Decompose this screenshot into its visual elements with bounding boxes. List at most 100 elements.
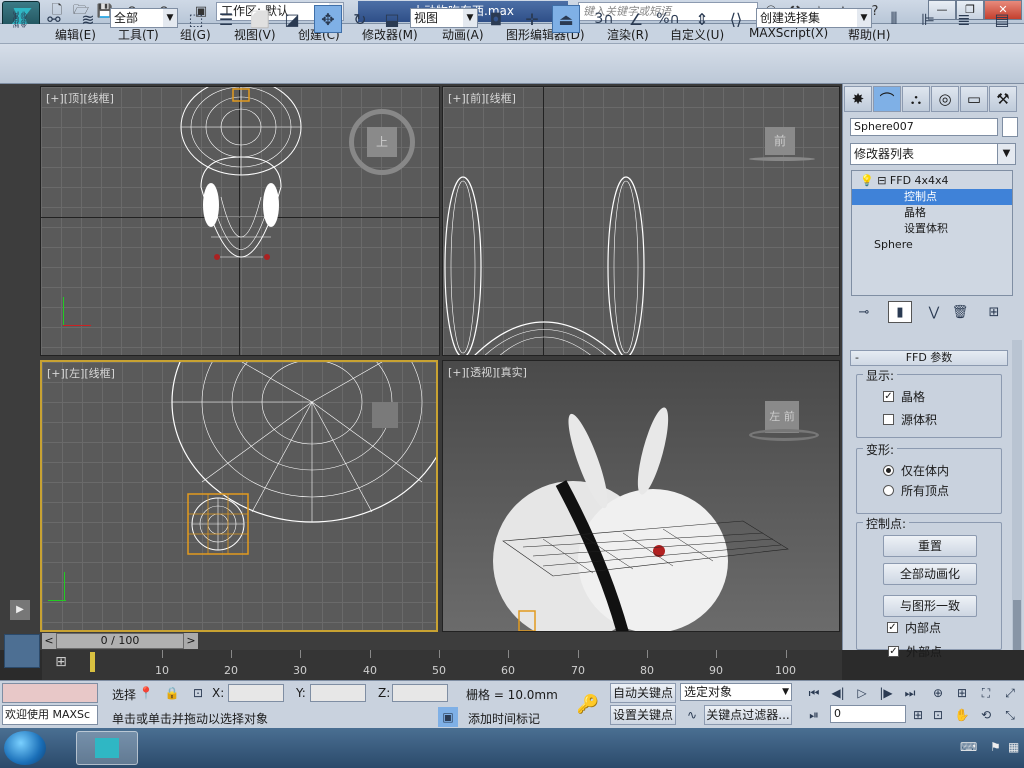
keyboard-shortcut-override-icon[interactable]: ⏏: [552, 5, 580, 33]
key-mode-icon[interactable]: ∿: [682, 705, 702, 725]
motion-tab-icon[interactable]: ◎: [931, 86, 959, 112]
select-manipulate-icon[interactable]: ✛: [518, 5, 546, 33]
key-mode-toggle-icon[interactable]: ⏯: [804, 705, 824, 725]
reference-coord-dropdown[interactable]: 视图 ▼: [410, 8, 478, 28]
go-to-end-icon[interactable]: ⏭: [900, 683, 920, 703]
y-coord-field[interactable]: [310, 684, 366, 702]
viewcube-ring[interactable]: [749, 157, 815, 161]
rollout-header[interactable]: - FFD 参数: [850, 350, 1008, 366]
viewport-top[interactable]: 上 [+][顶][线框]: [40, 86, 440, 356]
set-key-button[interactable]: 设置关键点: [610, 705, 676, 725]
unlink-icon[interactable]: ⚯: [40, 5, 68, 33]
viewcube[interactable]: [372, 402, 398, 428]
select-scale-icon[interactable]: ⬓: [378, 5, 406, 33]
viewport-label[interactable]: [+][左][线框]: [47, 365, 115, 381]
object-color-swatch[interactable]: [1002, 117, 1018, 137]
maximize-viewport-icon[interactable]: ⤡: [1000, 705, 1020, 725]
play-icon[interactable]: ▷: [852, 683, 872, 703]
set-key-icon[interactable]: 🔑: [570, 690, 606, 718]
scrollbar-thumb[interactable]: [1013, 600, 1021, 650]
go-to-start-icon[interactable]: ⏮: [804, 683, 824, 703]
taskbar-3dsmax-icon[interactable]: [76, 731, 138, 765]
prev-key-icon[interactable]: ◀|: [828, 683, 848, 703]
isolate-selection-icon[interactable]: 📍: [136, 683, 156, 703]
reset-button[interactable]: 重置: [883, 535, 977, 557]
pivot-center-icon[interactable]: ◘: [482, 5, 510, 33]
track-bar[interactable]: 10 20 30 40 50 60 70 80 90 100: [42, 650, 842, 680]
align-icon[interactable]: ⊫: [914, 5, 942, 33]
viewport-label[interactable]: [+][前][线框]: [448, 90, 516, 106]
display-tab-icon[interactable]: ▭: [960, 86, 988, 112]
modifier-list-dropdown[interactable]: 修改器列表 ▼: [850, 143, 1016, 165]
hierarchy-tab-icon[interactable]: ⛬: [902, 86, 930, 112]
outside-points-checkbox[interactable]: ✓: [888, 646, 899, 657]
window-crossing-icon[interactable]: ◪: [278, 5, 306, 33]
flag-tray-icon[interactable]: ⚑: [990, 740, 1001, 754]
time-config-icon[interactable]: ⊞: [908, 705, 928, 725]
animate-all-button[interactable]: 全部动画化: [883, 563, 977, 585]
create-tab-icon[interactable]: ✸: [844, 86, 872, 112]
all-vertices-radio[interactable]: [883, 485, 894, 496]
zoom-icon[interactable]: ⊕: [928, 683, 948, 703]
menu-maxscript[interactable]: MAXScript(X): [749, 26, 828, 40]
rect-selection-region-icon[interactable]: ⬜: [246, 5, 274, 33]
orbit-icon[interactable]: ⟲: [976, 705, 996, 725]
maxscript-listener-pink[interactable]: [2, 683, 98, 703]
remove-modifier-icon[interactable]: 🗑: [948, 301, 972, 323]
stack-item-lattice[interactable]: 晶格: [852, 205, 1012, 221]
viewport-layout-icon[interactable]: [4, 634, 40, 668]
stack-item-set-volume[interactable]: 设置体积: [852, 221, 1012, 237]
time-slider[interactable]: 0 / 100: [56, 633, 184, 649]
select-rotate-icon[interactable]: ↻: [346, 5, 374, 33]
viewcube[interactable]: 上: [367, 127, 397, 157]
add-time-tag-label[interactable]: 添加时间标记: [468, 710, 540, 727]
expand-ribbon-icon[interactable]: ▶: [10, 600, 30, 620]
spinner-snap-icon[interactable]: ⇕: [688, 5, 716, 33]
mini-curve-editor-icon[interactable]: ⊞: [46, 654, 76, 676]
next-key-icon[interactable]: |▶: [876, 683, 896, 703]
viewcube-ring[interactable]: [749, 429, 819, 441]
maxscript-listener-field[interactable]: 欢迎使用 MAXSc: [2, 705, 98, 725]
zoom-all-icon[interactable]: ⊞: [952, 683, 972, 703]
bind-space-warp-icon[interactable]: ≋: [74, 5, 102, 33]
select-move-icon[interactable]: ✥: [314, 5, 342, 33]
viewcube[interactable]: 前: [765, 127, 795, 155]
collapse-icon[interactable]: ⊟: [877, 174, 886, 187]
select-object-icon[interactable]: ⬚: [182, 5, 210, 33]
z-coord-field[interactable]: [392, 684, 448, 702]
zoom-region-icon[interactable]: ⊡: [928, 705, 948, 725]
menu-animation[interactable]: 动画(A): [442, 26, 484, 43]
selection-filter-dropdown[interactable]: 全部 ▼: [110, 8, 178, 28]
link-icon[interactable]: ⛓: [6, 5, 34, 33]
stack-item-ffd[interactable]: 💡 ⊟ FFD 4x4x4: [852, 173, 1012, 189]
menu-tools[interactable]: 工具(T): [118, 26, 159, 43]
network-tray-icon[interactable]: ▦: [1008, 740, 1019, 754]
show-end-result-icon[interactable]: ▮: [888, 301, 912, 323]
viewport-perspective[interactable]: 左 前 [+][透视][真实]: [442, 360, 840, 632]
time-tag-icon[interactable]: ▣: [438, 707, 458, 727]
angle-snap-icon[interactable]: ∠: [622, 5, 650, 33]
select-by-name-icon[interactable]: ☰: [212, 5, 240, 33]
stack-item-control-points[interactable]: 控制点: [852, 189, 1012, 205]
lattice-checkbox[interactable]: ✓: [883, 391, 894, 402]
next-frame-button[interactable]: >: [184, 633, 198, 649]
edit-named-selection-icon[interactable]: ⟨⟩: [722, 5, 750, 33]
viewport-label[interactable]: [+][顶][线框]: [46, 90, 114, 106]
snaps-toggle-icon[interactable]: 3 ∩: [590, 5, 618, 33]
key-filters-button[interactable]: 关键点过滤器...: [704, 705, 792, 725]
time-slider-marker[interactable]: [90, 652, 95, 672]
make-unique-icon[interactable]: ⋁: [922, 301, 946, 323]
mirror-icon[interactable]: ⫴: [880, 5, 908, 33]
viewport-front[interactable]: 前 [+][前][线框]: [442, 86, 840, 356]
pin-stack-icon[interactable]: ⊸: [852, 301, 876, 323]
inside-points-checkbox[interactable]: ✓: [887, 622, 898, 633]
inside-volume-radio[interactable]: [883, 465, 894, 476]
transform-mode-icon[interactable]: ⊡: [188, 683, 208, 703]
current-frame-field[interactable]: 0: [830, 705, 906, 723]
graphite-toolbox-icon[interactable]: ▤: [988, 5, 1016, 33]
source-volume-checkbox[interactable]: [883, 414, 894, 425]
x-coord-field[interactable]: [228, 684, 284, 702]
zoom-extents-icon[interactable]: ⛶: [976, 683, 996, 703]
configure-sets-icon[interactable]: ⊞: [982, 301, 1006, 323]
zoom-extents-all-icon[interactable]: ⤢: [1000, 683, 1020, 703]
